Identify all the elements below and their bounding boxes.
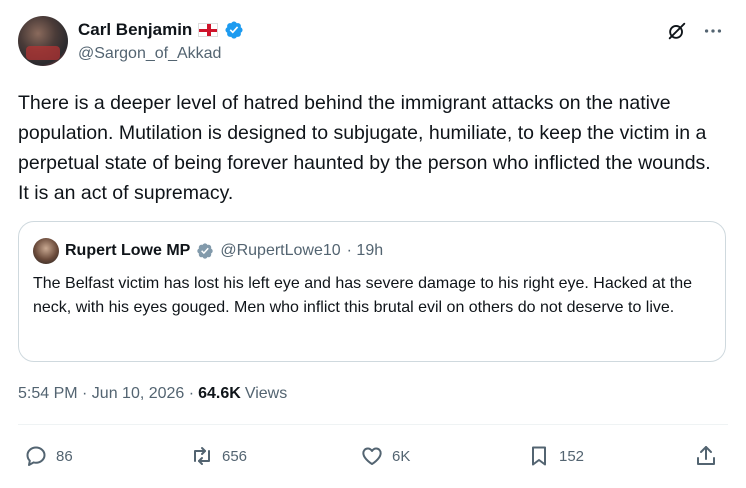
views-count: 64.6K: [198, 385, 241, 402]
share-icon: [697, 446, 715, 465]
author-avatar[interactable]: [18, 16, 68, 66]
tweet-header: Carl Benjamin @Sargon_of_Akkad: [18, 16, 728, 70]
reply-icon: [26, 446, 46, 466]
quoted-tweet[interactable]: Rupert Lowe MP @RupertLowe10 · 19h The B…: [18, 221, 726, 362]
tweet-timestamp[interactable]: 5:54 PM · Jun 10, 2026 ·: [18, 385, 194, 403]
header-actions: [666, 20, 724, 42]
repost-count: 656: [222, 447, 248, 465]
quoted-author-handle: @RupertLowe10: [220, 242, 341, 259]
divider: [18, 424, 728, 425]
tweet-meta: 5:54 PM · Jun 10, 2026 · 64.6K Views: [18, 385, 287, 403]
author-name-row: Carl Benjamin: [78, 20, 244, 40]
quoted-tweet-text: The Belfast victim has lost his left eye…: [33, 275, 693, 316]
repost-icon: [194, 447, 210, 465]
author-handle[interactable]: @Sargon_of_Akkad: [78, 45, 221, 63]
reply-button[interactable]: 86: [24, 444, 73, 468]
author-name[interactable]: Carl Benjamin: [78, 20, 192, 40]
quoted-author-avatar: [33, 238, 59, 264]
tweet-text: There is a deeper level of hatred behind…: [18, 92, 711, 204]
heart-icon: [362, 447, 382, 465]
views-label: Views: [244, 385, 288, 402]
quoted-author-name: Rupert Lowe MP: [65, 242, 191, 259]
quoted-tweet-time: · 19h: [346, 242, 384, 259]
like-count: 6K: [392, 447, 411, 465]
england-flag-icon: [198, 23, 219, 37]
bookmark-button[interactable]: 152: [527, 444, 584, 468]
verified-badge-icon: [225, 21, 243, 39]
bookmark-count: 152: [559, 447, 585, 465]
gray-verified-badge-icon: [197, 243, 214, 259]
grok-icon[interactable]: [666, 20, 688, 42]
like-button[interactable]: 6K: [360, 444, 410, 468]
reply-count: 86: [56, 447, 73, 465]
quoted-tweet-header: Rupert Lowe MP @RupertLowe10 · 19h: [33, 238, 383, 264]
bookmark-icon: [532, 446, 546, 466]
action-bar: 86 656 6K 152: [0, 444, 746, 476]
share-button[interactable]: [694, 444, 718, 468]
more-options-icon[interactable]: [702, 20, 724, 42]
repost-button[interactable]: 656: [190, 444, 247, 468]
